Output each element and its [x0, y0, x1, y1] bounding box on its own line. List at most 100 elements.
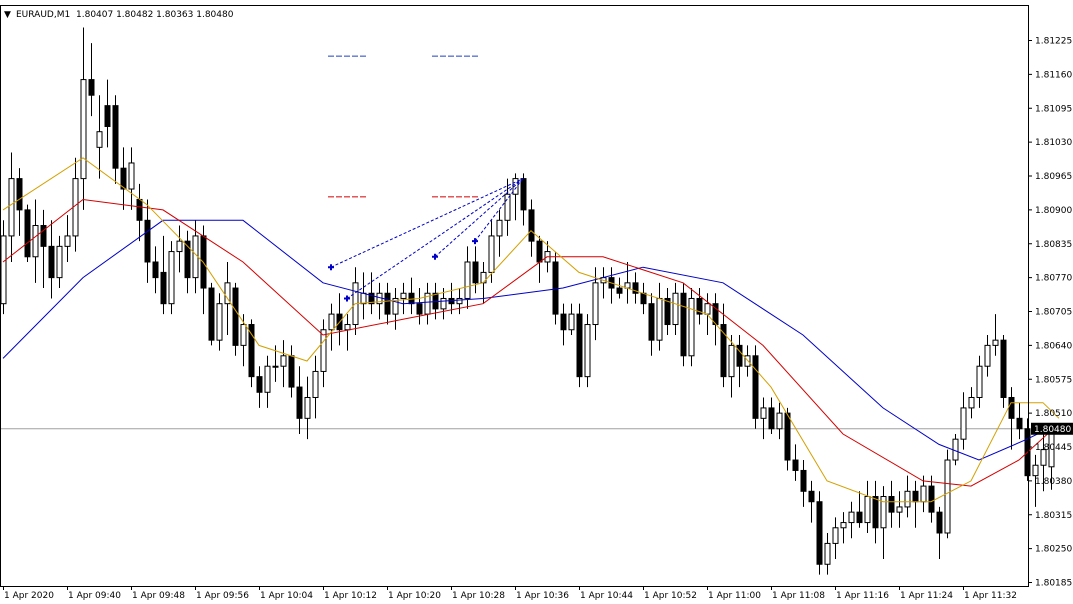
candle[interactable]	[552, 251, 559, 325]
candle[interactable]	[24, 204, 31, 262]
time-tick-label: 1 Apr 2020	[4, 591, 54, 601]
candle[interactable]	[688, 288, 695, 367]
candle-body-bull	[80, 79, 87, 180]
current-price-label: 1.80480	[1034, 425, 1071, 435]
candle-body-bear	[680, 292, 687, 357]
candle-body-bull	[272, 365, 279, 368]
candle-body-bull	[568, 313, 575, 331]
candle-body-bull	[504, 193, 511, 221]
time-tick-label: 1 Apr 09:40	[68, 591, 121, 601]
candle-body-bull	[944, 459, 951, 534]
candle-body-bear	[752, 355, 759, 419]
price-tick-label: 1.80965	[1035, 172, 1072, 182]
price-chart[interactable]: 1.81225 1.81160 1.81095 1.81030 1.80965 1.809…	[0, 0, 1073, 604]
candle-body-bull	[704, 303, 711, 315]
candle-body-bear	[520, 178, 527, 211]
time-tick-label: 1 Apr 10:52	[644, 591, 697, 601]
price-tick-label: 1.80575	[1035, 375, 1072, 385]
candle[interactable]	[816, 491, 823, 575]
candle-body-bull	[864, 496, 871, 524]
candle-body-bull	[840, 522, 847, 529]
price-tick-label: 1.80315	[1035, 511, 1072, 521]
candle-body-bear	[536, 240, 543, 263]
candle-body-bull	[264, 365, 271, 393]
candle-body-bear	[296, 386, 303, 419]
candle-body-bull	[832, 527, 839, 544]
candle[interactable]	[248, 319, 255, 388]
candle-body-bear	[856, 511, 863, 524]
candle-body-bull	[8, 178, 15, 237]
candle-body-bear	[576, 313, 583, 378]
candle-body-bull	[1032, 464, 1039, 477]
candle-body-bull	[584, 324, 591, 378]
candle-body-bull	[64, 235, 71, 247]
candle-body-bull	[344, 324, 351, 331]
candle-body-bear	[112, 105, 119, 169]
price-tick-label: 1.80705	[1035, 308, 1072, 318]
candle-body-bear	[208, 287, 215, 341]
candle-body-bull	[976, 365, 983, 398]
candle-body-bear	[928, 485, 935, 513]
candle-body-bull	[328, 313, 335, 331]
candle-body-bull	[656, 297, 663, 341]
candle-body-bear	[472, 261, 479, 284]
candle-body-bear	[528, 209, 535, 242]
candle-body-bull	[592, 282, 599, 326]
candle[interactable]	[576, 303, 583, 388]
candle[interactable]	[168, 241, 175, 315]
candle-body-bull	[496, 219, 503, 237]
candle[interactable]	[752, 345, 759, 429]
candle-body-bull	[760, 407, 767, 419]
candle-body-bull	[920, 485, 927, 503]
time-tick-label: 1 Apr 09:56	[196, 591, 249, 601]
candle-body-bear	[104, 105, 111, 127]
chart-header: ▼ EURAUD,M1 1.80407 1.80482 1.80363 1.80…	[4, 10, 234, 20]
candle-body-bull	[984, 344, 991, 367]
candle-body-bull	[96, 131, 103, 148]
time-tick-label: 1 Apr 10:28	[452, 591, 505, 601]
candle-body-bull	[776, 412, 783, 430]
candle-body-bear	[552, 261, 559, 315]
candle[interactable]	[680, 282, 687, 367]
candle[interactable]	[232, 282, 239, 356]
price-tick-label: 1.80250	[1035, 545, 1072, 555]
price-tick-label: 1.80510	[1035, 409, 1072, 419]
candle-body-bull	[464, 261, 471, 299]
candle-body-bull	[168, 251, 175, 305]
time-tick-label: 1 Apr 10:04	[260, 591, 313, 601]
price-tick-label: 1.81095	[1035, 104, 1072, 114]
candle-body-bear	[144, 219, 151, 263]
symbol-timeframe: EURAUD,M1	[16, 10, 70, 20]
candle-body-bull	[848, 511, 855, 524]
candle-body-bear	[808, 490, 815, 503]
price-tick-label: 1.80770	[1035, 274, 1072, 284]
price-tick-label: 1.81225	[1035, 37, 1072, 47]
candle-body-bear	[616, 287, 623, 294]
candle-body-bear	[384, 292, 391, 315]
candle-body-bear	[1000, 339, 1007, 398]
candle-body-bear	[16, 178, 23, 211]
candle[interactable]	[1000, 334, 1007, 408]
candle-body-bear	[648, 303, 655, 341]
candle-body-bear	[816, 501, 823, 565]
price-tick-label: 1.80445	[1035, 443, 1072, 453]
candle-body-bull	[960, 407, 967, 440]
price-tick-label: 1.80640	[1035, 341, 1072, 351]
candle-body-bear	[256, 376, 263, 393]
candle-body-bull	[488, 235, 495, 273]
price-tick-label: 1.80835	[1035, 240, 1072, 250]
candle[interactable]	[208, 282, 215, 346]
candle-body-bull	[896, 506, 903, 513]
candle-body-bull	[904, 490, 911, 508]
candle-body-bear	[24, 209, 31, 258]
candle-body-bear	[288, 355, 295, 388]
header-arrow-icon[interactable]: ▼	[4, 10, 11, 20]
candle-body-bull	[456, 297, 463, 305]
candle-body-bear	[560, 313, 567, 331]
price-tick-label: 1.80380	[1035, 477, 1072, 487]
candle-body-bear	[160, 271, 167, 305]
candle-body-bull	[0, 235, 7, 305]
candle[interactable]	[584, 314, 591, 388]
chart-window[interactable]: 1.81225 1.81160 1.81095 1.81030 1.80965 1.809…	[0, 0, 1073, 604]
candle-body-bull	[304, 396, 311, 419]
